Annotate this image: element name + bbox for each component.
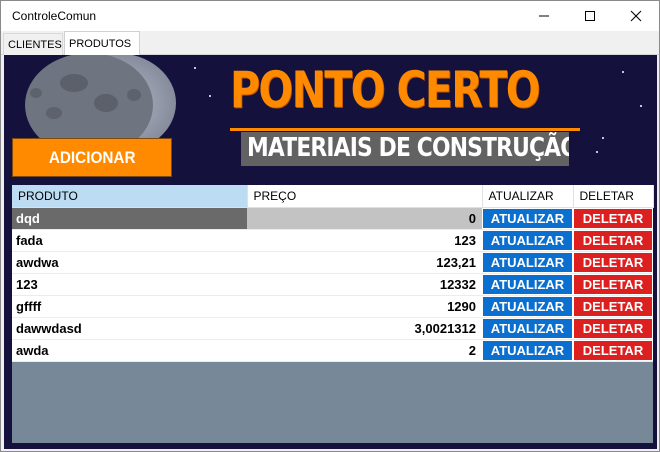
cell-deletar: DELETAR [573, 317, 653, 340]
cell-atualizar: ATUALIZAR [482, 339, 573, 362]
star [209, 95, 211, 97]
table-row[interactable]: 123 12332 ATUALIZAR DELETAR [12, 273, 653, 296]
brand-subtitle-text: MATERIAIS DE CONSTRUÇÃO [247, 133, 569, 163]
delete-button[interactable]: DELETAR [574, 274, 652, 294]
cell-deletar: DELETAR [573, 229, 653, 252]
brand-subtitle: MATERIAIS DE CONSTRUÇÃO [241, 132, 569, 166]
maximize-button[interactable] [567, 1, 613, 31]
cell-preco[interactable]: 1290 [247, 295, 482, 318]
column-header-produto[interactable]: PRODUTO [12, 185, 248, 208]
products-table: PRODUTO PREÇO ATUALIZAR DELETAR dqd 0 AT… [12, 185, 654, 362]
cell-deletar: DELETAR [573, 273, 653, 296]
star [640, 105, 642, 107]
cell-atualizar: ATUALIZAR [482, 273, 573, 296]
cell-deletar: DELETAR [573, 251, 653, 274]
delete-button[interactable]: DELETAR [574, 340, 652, 360]
cell-produto[interactable]: gffff [12, 295, 247, 318]
delete-button[interactable]: DELETAR [574, 230, 652, 250]
produtos-panel: PONTO CERTO MATERIAIS DE CONSTRUÇÃO ADIC… [4, 55, 657, 449]
delete-button[interactable]: DELETAR [574, 252, 652, 272]
cell-deletar: DELETAR [573, 207, 653, 230]
close-icon [630, 10, 642, 22]
maximize-icon [585, 11, 595, 21]
title-bar[interactable]: ControleComun [1, 1, 659, 31]
cell-preco[interactable]: 123,21 [247, 251, 482, 274]
tab-clientes[interactable]: CLIENTES [3, 33, 63, 55]
delete-button[interactable]: DELETAR [574, 318, 652, 338]
star [602, 137, 604, 139]
products-grid[interactable]: PRODUTO PREÇO ATUALIZAR DELETAR dqd 0 AT… [12, 185, 654, 443]
star [194, 67, 196, 69]
update-button[interactable]: ATUALIZAR [483, 208, 572, 228]
column-header-deletar[interactable]: DELETAR [573, 185, 654, 208]
cell-preco[interactable]: 3,0021312 [247, 317, 482, 340]
cell-deletar: DELETAR [573, 339, 653, 362]
table-row[interactable]: fada 123 ATUALIZAR DELETAR [12, 229, 653, 252]
table-row[interactable]: dqd 0 ATUALIZAR DELETAR [12, 207, 653, 230]
delete-button[interactable]: DELETAR [574, 296, 652, 316]
cell-produto[interactable]: awda [12, 339, 247, 362]
cell-atualizar: ATUALIZAR [482, 207, 573, 230]
table-row[interactable]: dawwdasd 3,0021312 ATUALIZAR DELETAR [12, 317, 653, 340]
add-button[interactable]: ADICIONAR [12, 138, 172, 177]
cell-preco[interactable]: 2 [247, 339, 482, 362]
app-window: ControleComun CLIENTES PRODUTOS PONTO CE… [0, 0, 660, 452]
delete-button[interactable]: DELETAR [574, 208, 652, 228]
table-row[interactable]: gffff 1290 ATUALIZAR DELETAR [12, 295, 653, 318]
tab-strip: CLIENTES PRODUTOS [1, 31, 659, 56]
cell-produto[interactable]: fada [12, 229, 247, 252]
cell-preco[interactable]: 123 [247, 229, 482, 252]
column-header-preco[interactable]: PREÇO [247, 185, 483, 208]
star [622, 71, 624, 73]
tab-produtos[interactable]: PRODUTOS [64, 31, 140, 56]
update-button[interactable]: ATUALIZAR [483, 230, 572, 250]
update-button[interactable]: ATUALIZAR [483, 318, 572, 338]
cell-atualizar: ATUALIZAR [482, 295, 573, 318]
update-button[interactable]: ATUALIZAR [483, 274, 572, 294]
add-button-label: ADICIONAR [48, 147, 136, 167]
update-button[interactable]: ATUALIZAR [483, 252, 572, 272]
table-row[interactable]: awdwa 123,21 ATUALIZAR DELETAR [12, 251, 653, 274]
cell-produto[interactable]: dawwdasd [12, 317, 247, 340]
table-row[interactable]: awda 2 ATUALIZAR DELETAR [12, 339, 653, 362]
star [596, 151, 598, 153]
window-title: ControleComun [12, 9, 97, 23]
cell-preco[interactable]: 0 [247, 207, 482, 230]
update-button[interactable]: ATUALIZAR [483, 296, 572, 316]
minimize-button[interactable] [521, 1, 567, 31]
table-header-row: PRODUTO PREÇO ATUALIZAR DELETAR [12, 185, 654, 208]
cell-produto[interactable]: awdwa [12, 251, 247, 274]
cell-deletar: DELETAR [573, 295, 653, 318]
update-button[interactable]: ATUALIZAR [483, 340, 572, 360]
cell-atualizar: ATUALIZAR [482, 251, 573, 274]
brand-title: PONTO CERTO [230, 61, 541, 119]
cell-preco[interactable]: 12332 [247, 273, 482, 296]
column-header-atualizar[interactable]: ATUALIZAR [482, 185, 574, 208]
cell-atualizar: ATUALIZAR [482, 229, 573, 252]
cell-produto[interactable]: 123 [12, 273, 247, 296]
cell-produto[interactable]: dqd [12, 207, 247, 230]
minimize-icon [539, 15, 549, 17]
brand-divider [230, 128, 580, 131]
moon-icon [25, 55, 176, 145]
close-button[interactable] [613, 1, 659, 31]
cell-atualizar: ATUALIZAR [482, 317, 573, 340]
